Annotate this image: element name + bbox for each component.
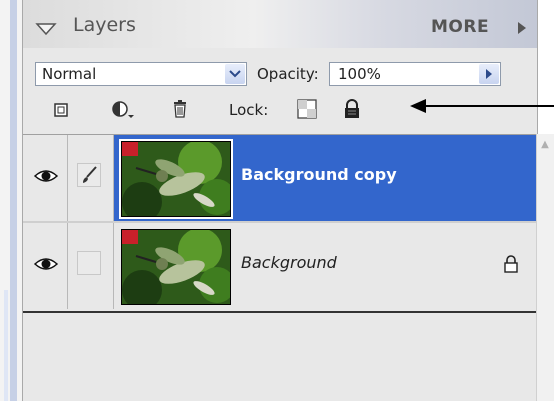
blend-opacity-row: Normal Opacity: 100% (23, 58, 537, 90)
lock-transparency-icon[interactable] (295, 98, 321, 120)
layer-thumbnail (119, 139, 233, 219)
left-strip-accent (10, 0, 17, 401)
layer-list-scrollbar[interactable]: ▲ (536, 134, 554, 401)
triangle-right-icon[interactable] (518, 22, 526, 34)
brush-icon[interactable] (77, 163, 101, 187)
empty-link-box[interactable] (77, 251, 101, 275)
opacity-value: 100% (338, 65, 381, 83)
layer-row-background[interactable]: Background (23, 223, 537, 309)
blend-mode-select[interactable]: Normal (35, 62, 247, 86)
visibility-toggle[interactable] (23, 223, 68, 309)
new-layer-icon[interactable] (49, 98, 75, 120)
panel-titlebar: Layers MORE (23, 0, 537, 48)
trash-icon[interactable] (167, 98, 193, 120)
padlock-icon[interactable] (339, 98, 365, 120)
eye-icon[interactable] (33, 167, 59, 185)
adjustment-layer-icon[interactable] (109, 98, 135, 120)
lock-label: Lock: (229, 101, 269, 119)
left-strip-accent-lower (4, 290, 8, 401)
layers-panel: Layers MORE Normal Opacity: 100% Lock: B… (22, 0, 538, 401)
chevron-down-icon[interactable] (225, 64, 245, 84)
layer-list: Background copy Background (23, 134, 537, 313)
blend-mode-value: Normal (42, 65, 97, 83)
hummingbird-thumbnail-image (122, 230, 230, 304)
annotation-arrow-icon (410, 99, 554, 113)
opacity-slider-button[interactable] (479, 64, 499, 84)
screenshot: Layers MORE Normal Opacity: 100% Lock: B… (0, 0, 554, 401)
left-strip (0, 0, 22, 401)
visibility-toggle[interactable] (23, 135, 68, 221)
hummingbird-thumbnail-image (122, 142, 230, 216)
triangle-right-icon (486, 69, 492, 79)
layer-name[interactable]: Background copy (241, 165, 397, 184)
link-toggle[interactable] (67, 135, 114, 221)
padlock-icon (504, 255, 518, 273)
panel-title: Layers (73, 14, 136, 36)
chevron-up-icon[interactable]: ▲ (539, 140, 551, 150)
layer-row-background-copy[interactable]: Background copy (23, 135, 537, 223)
triangle-down-icon[interactable] (35, 22, 57, 36)
layer-name[interactable]: Background (241, 253, 337, 272)
layer-list-bottom-border (23, 311, 537, 313)
opacity-field[interactable]: 100% (329, 62, 501, 86)
link-toggle[interactable] (67, 223, 114, 309)
more-button[interactable]: MORE (431, 17, 489, 37)
brush-icon-glyph (83, 166, 97, 183)
eye-icon[interactable] (33, 255, 59, 273)
opacity-label: Opacity: (257, 65, 319, 83)
layer-thumbnail (121, 229, 231, 305)
